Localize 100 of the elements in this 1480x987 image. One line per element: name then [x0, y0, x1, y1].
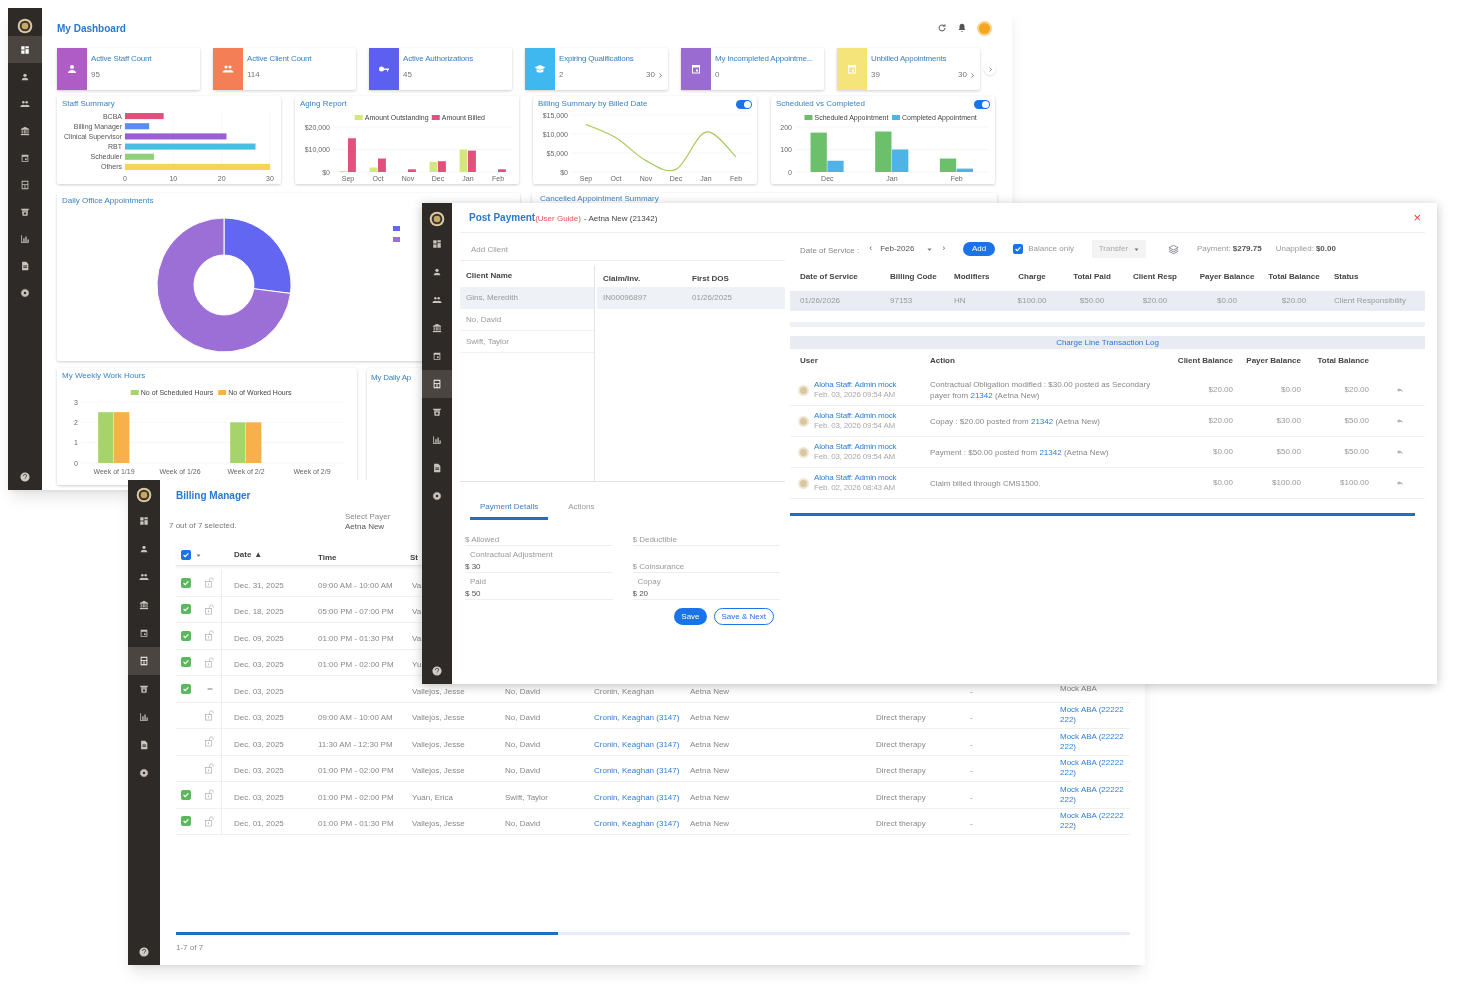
sidebar-item[interactable] — [128, 647, 160, 675]
user-link[interactable]: Aloha Staff: Admin mock — [814, 411, 897, 421]
legend-swatch — [354, 115, 363, 120]
bell-icon[interactable] — [957, 23, 967, 33]
pagination-text: 1-7 of 7 — [176, 942, 204, 954]
input-field[interactable]: $ 30 — [465, 560, 613, 573]
input-field[interactable]: $ Coinsurance — [632, 560, 780, 573]
payer-select[interactable]: Aetna New — [345, 522, 391, 532]
location-cell[interactable]: Mock ABA (22222222) — [1060, 758, 1124, 779]
stat-card[interactable]: Active Authorizations 45 — [369, 48, 512, 90]
stat-card[interactable]: Expiring Qualifications 2 30 — [525, 48, 668, 90]
input-field[interactable]: $ Allowed — [465, 533, 613, 546]
tab[interactable]: Actions — [558, 496, 605, 520]
stat-title: Expiring Qualifications — [559, 53, 635, 65]
field-label: Paid — [469, 577, 487, 587]
user-guide-link[interactable]: (User Guide) — [535, 213, 581, 225]
client-row[interactable]: Swift, Taylor — [460, 331, 594, 353]
action-text: Payment : $50.00 posted from 21342 (Aetna New) — [930, 447, 1109, 457]
user-link[interactable]: Aloha Staff: Admin mock — [814, 442, 897, 452]
provider-link[interactable]: Cronin, Keaghan (3147) — [594, 819, 680, 829]
user-link[interactable]: Aloha Staff: Admin mock — [814, 380, 897, 390]
scrollbar-track[interactable] — [176, 932, 1130, 935]
input-field[interactable]: $ 50 — [465, 587, 613, 600]
stat-link[interactable]: 30 — [958, 69, 967, 81]
month-dropdown[interactable]: Feb-2026 — [880, 243, 937, 255]
input-field[interactable]: Add Client — [460, 239, 785, 261]
provider-link[interactable]: Cronin, Keaghan (3147) — [594, 766, 680, 776]
table-cell: Aetna New — [690, 819, 730, 829]
tab[interactable]: Payment Details — [470, 496, 549, 520]
stat-card[interactable]: Active Staff Count 95 — [57, 48, 200, 90]
stat-card[interactable]: Active Client Count 114 — [213, 48, 356, 90]
claim-link[interactable]: 21342 — [970, 391, 993, 400]
refresh-icon[interactable] — [937, 23, 947, 33]
table-cell: Dec. 18, 2025 — [234, 607, 284, 617]
layers-icon[interactable] — [1167, 243, 1179, 255]
checkbox[interactable] — [181, 630, 191, 641]
location-cell[interactable]: Mock ABA (22222222) — [1060, 784, 1124, 805]
location-cell[interactable]: Mock ABA (22222222) — [1060, 731, 1124, 752]
column-header: Action — [929, 355, 956, 367]
input-field[interactable]: $ 20 — [632, 587, 780, 600]
stat-value: 2 — [559, 69, 564, 81]
calendar-icon — [432, 351, 442, 361]
table-cell: Dec. 03, 2025 — [234, 713, 284, 723]
logo-icon — [17, 18, 33, 34]
calendar-icon — [20, 152, 30, 163]
logo-icon — [429, 211, 445, 227]
checkbox[interactable] — [181, 577, 191, 588]
stat-link[interactable]: 30 — [646, 69, 655, 81]
provider-link[interactable]: Cronin, Keaghan (3147) — [594, 739, 680, 749]
claim-link[interactable]: 21342 — [1030, 416, 1054, 426]
action-button[interactable]: Save — [674, 608, 707, 625]
table-cell-text: $0.00 — [1211, 477, 1234, 489]
checkbox[interactable] — [181, 816, 191, 827]
client-row[interactable]: Gins, Meredith — [460, 287, 594, 309]
checkbox[interactable] — [1013, 244, 1024, 254]
claim-link[interactable]: 21342 — [1039, 447, 1062, 457]
client-row[interactable]: No, David — [460, 309, 594, 331]
toggle-switch[interactable] — [974, 99, 990, 109]
help-icon[interactable] — [432, 666, 442, 676]
input-field[interactable]: $ Deductible — [632, 533, 780, 546]
checkbox[interactable] — [181, 604, 191, 615]
document-icon — [432, 463, 442, 473]
checkbox[interactable] — [181, 657, 191, 668]
stat-card[interactable]: My Incompleted Appointme... 0 — [681, 48, 824, 90]
location-cell[interactable]: Mock ABA (22222222) — [1060, 811, 1124, 832]
table-cell-text: $50.00 — [1343, 415, 1370, 427]
help-icon[interactable] — [139, 947, 149, 957]
chart-title: My Daily Ap — [371, 372, 412, 384]
add-button[interactable]: Add — [963, 242, 996, 256]
sort-indicator[interactable]: ▲ — [254, 549, 263, 561]
provider-link[interactable]: Cronin, Keaghan (3147) — [594, 713, 680, 723]
sidebar-item[interactable] — [8, 36, 42, 63]
sidebar-item[interactable] — [422, 370, 452, 398]
table-cell: - — [970, 819, 973, 829]
checkbox[interactable] — [181, 550, 191, 560]
caret-icon — [1134, 246, 1140, 252]
location-cell[interactable]: Mock ABA (22222222) — [1060, 705, 1124, 726]
user-link[interactable]: Aloha Staff: Admin mock — [814, 473, 897, 483]
close-button[interactable]: × — [1413, 211, 1421, 224]
table-cell: - — [970, 713, 973, 723]
table-cell: Va — [412, 607, 422, 617]
provider-link[interactable]: Cronin, Keaghan (3147) — [594, 792, 680, 802]
calculator-icon — [20, 179, 30, 190]
chart-title: My Weekly Work Hours — [62, 370, 146, 382]
stat-card[interactable]: Unbilled Appointments 39 30 — [837, 48, 980, 90]
legend-swatch — [804, 115, 813, 120]
table-cell-text: $100.00 — [1339, 477, 1370, 489]
settings-icon — [20, 287, 30, 298]
column-header: Time — [318, 553, 337, 562]
table-cell-text: $20.00 — [1207, 384, 1234, 396]
charge-row[interactable]: 01/26/2026 97153 HN $100.00 $50.00 $20.00 $0.00 $20.00 Client Responsibility — [790, 291, 1425, 311]
table-cell: Dec. 03, 2025 — [234, 686, 284, 696]
table-cell: Dec. 31, 2025 — [234, 580, 284, 590]
column-header: User — [799, 355, 819, 367]
claim-row[interactable]: IN00096897 01/26/2025 — [597, 287, 785, 309]
toggle-switch[interactable] — [736, 99, 752, 109]
column-header[interactable]: Date — [234, 549, 252, 561]
checkbox[interactable] — [181, 683, 191, 694]
checkbox[interactable] — [181, 789, 191, 800]
help-icon[interactable] — [20, 472, 30, 482]
